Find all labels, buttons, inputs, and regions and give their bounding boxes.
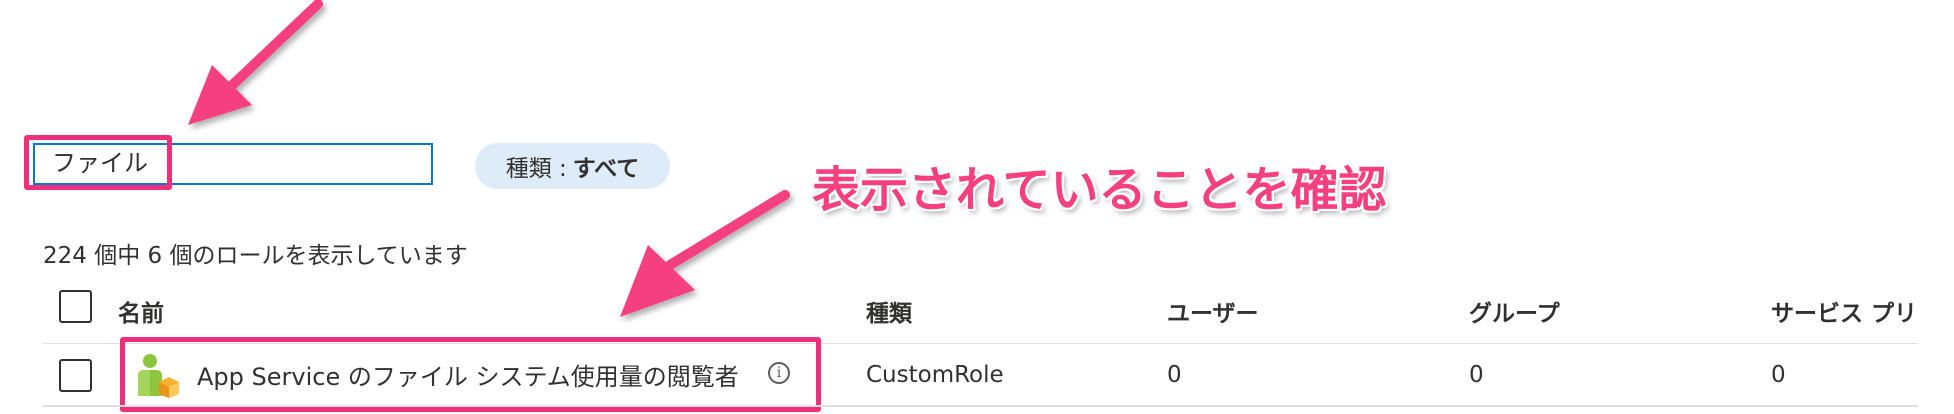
row-divider bbox=[43, 405, 1918, 407]
filter-key: 種類 : bbox=[505, 156, 567, 182]
row-highlight-box bbox=[120, 337, 821, 412]
search-highlight-box bbox=[24, 135, 172, 190]
filter-value: すべて bbox=[572, 156, 640, 182]
annotation-text: 表示されていることを確認 bbox=[812, 162, 1387, 218]
table-clip-edge bbox=[1918, 290, 1954, 414]
arrow-to-search-icon bbox=[188, 0, 323, 125]
row-groups: 0 bbox=[1469, 362, 1484, 388]
column-header-type[interactable]: 種類 bbox=[866, 294, 912, 328]
results-count: 224 個中 6 個のロールを表示しています bbox=[43, 243, 468, 269]
column-header-users[interactable]: ユーザー bbox=[1167, 294, 1259, 328]
row-service-principals: 0 bbox=[1771, 362, 1786, 388]
type-filter-pill[interactable]: 種類 : すべて bbox=[475, 143, 670, 189]
row-checkbox[interactable] bbox=[59, 359, 92, 392]
row-users: 0 bbox=[1167, 362, 1182, 388]
column-header-service-principals[interactable]: サービス プリ bbox=[1771, 294, 1917, 328]
column-header-groups[interactable]: グループ bbox=[1469, 294, 1560, 328]
column-header-name[interactable]: 名前 bbox=[118, 294, 164, 328]
select-all-checkbox[interactable] bbox=[59, 290, 92, 323]
arrow-to-row-icon bbox=[620, 190, 790, 317]
row-type: CustomRole bbox=[866, 362, 1004, 388]
